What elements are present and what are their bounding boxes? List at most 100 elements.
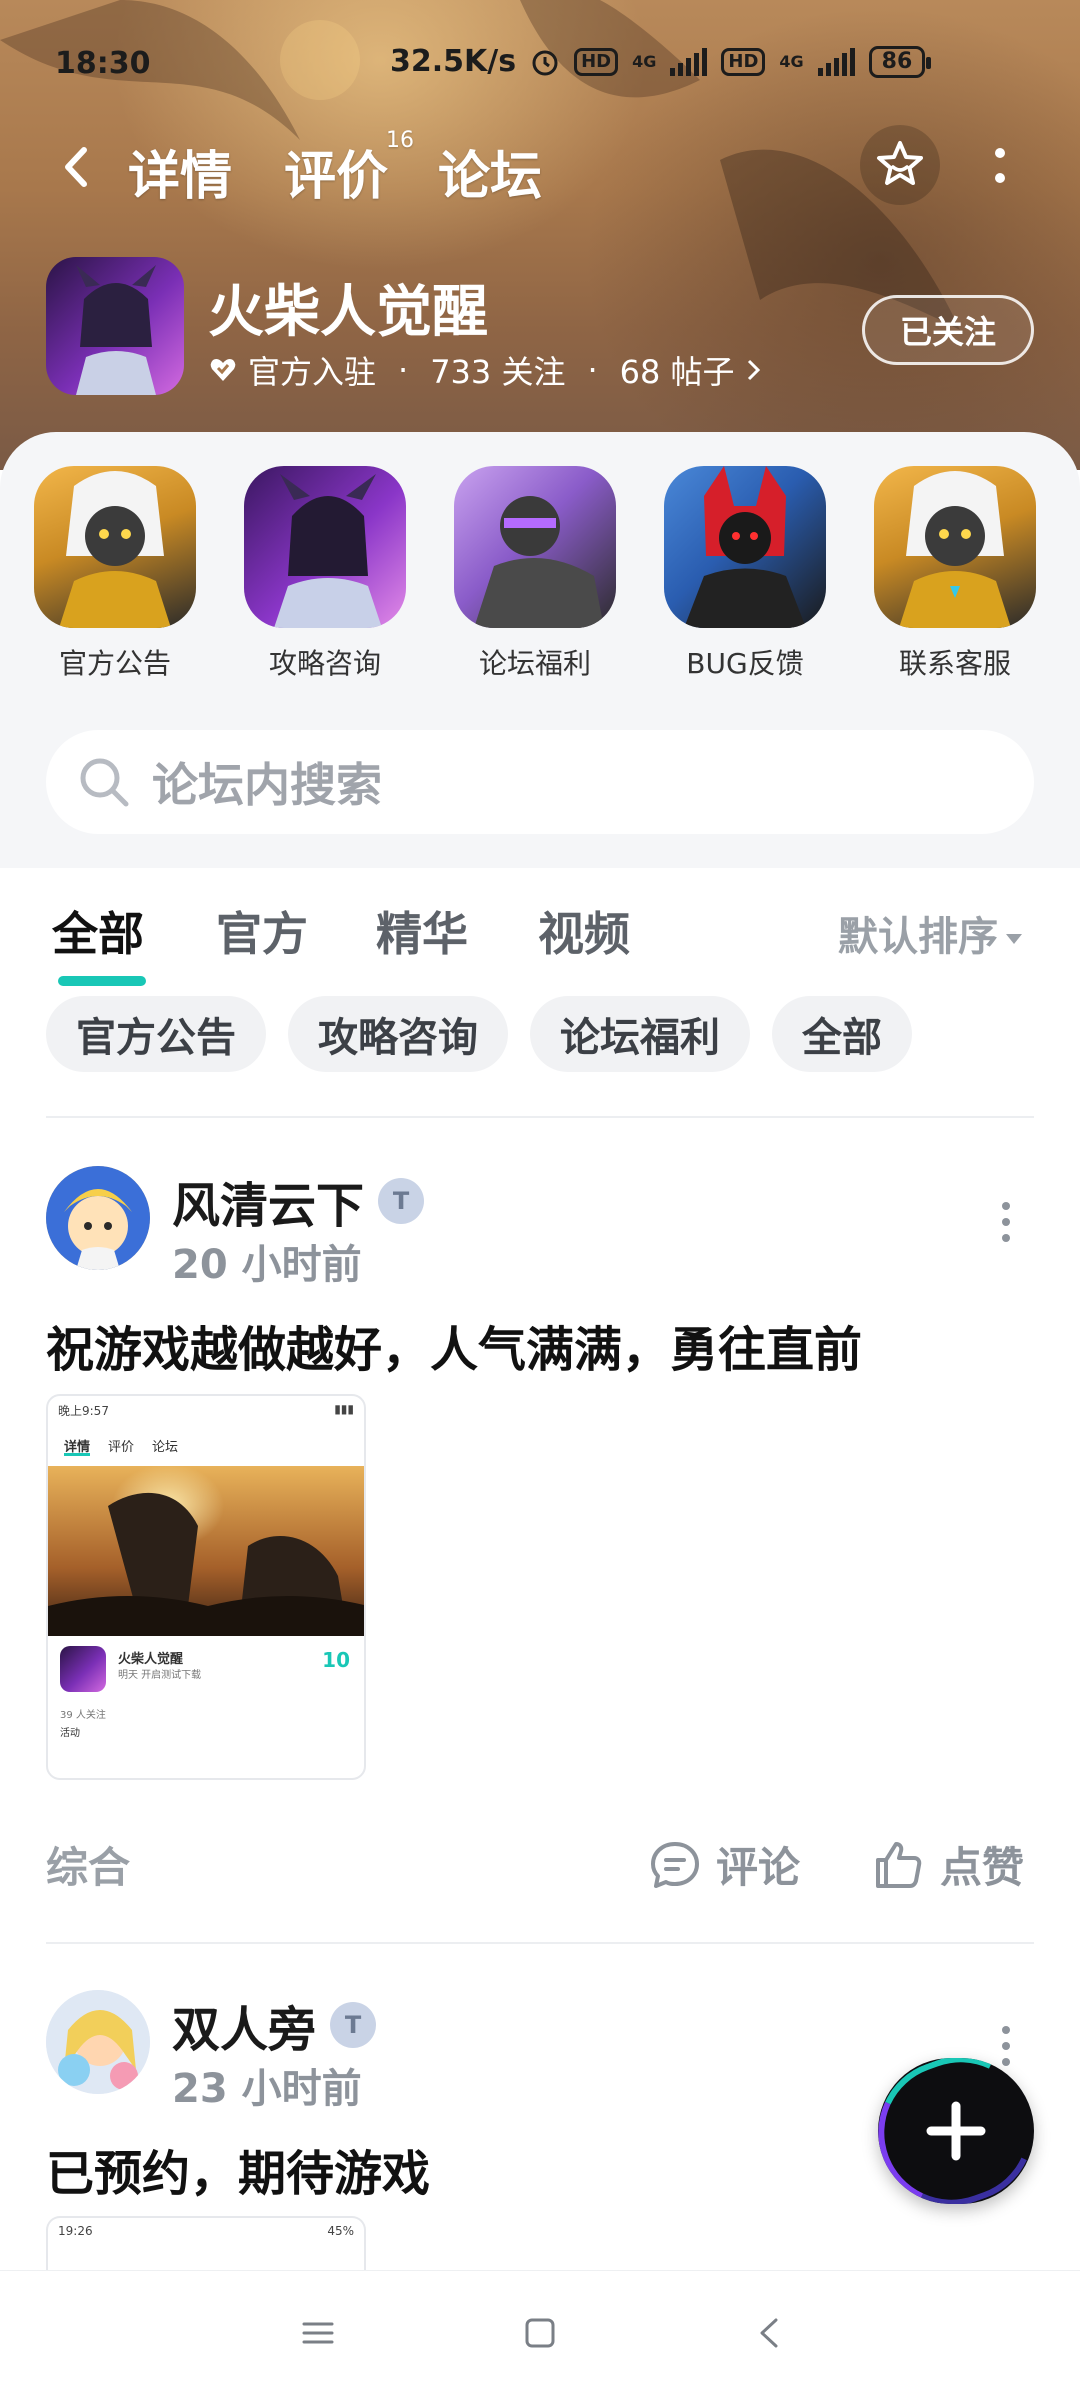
quick-links: 官方公告 攻略咨询 论坛福利 BUG反馈 联系客服 xyxy=(0,466,1080,686)
quick-link-guides[interactable]: 攻略咨询 xyxy=(240,466,410,682)
search-placeholder: 论坛内搜索 xyxy=(152,758,382,812)
star-icon xyxy=(877,141,923,185)
knight-portrait-icon xyxy=(874,466,1036,628)
game-avatar-art xyxy=(76,265,156,395)
filter-tab-indicator xyxy=(58,976,146,986)
verified-heart-icon xyxy=(210,359,236,381)
chip-guides[interactable]: 攻略咨询 xyxy=(288,996,508,1072)
hd-badge: HD xyxy=(574,47,619,76)
battery-level: 86 xyxy=(881,48,913,74)
sort-label: 默认排序 xyxy=(838,914,998,960)
game-icon[interactable] xyxy=(46,257,184,395)
thumb-subtitle: 明天 开启测试下载 xyxy=(118,1670,202,1681)
post-time: 20 小时前 xyxy=(172,1242,362,1288)
red-wolf-portrait-icon xyxy=(664,466,826,628)
thumb-title: 火柴人觉醒 xyxy=(118,1652,184,1667)
author-name: 风清云下 xyxy=(172,1178,365,1234)
post-text[interactable]: 已预约，期待游戏 xyxy=(46,2134,430,2204)
category-chips: 官方公告 攻略咨询 论坛福利 全部 xyxy=(46,996,912,1072)
official-label: 官方入驻 xyxy=(248,353,377,391)
post-actions: 综合 评论 点赞 xyxy=(0,1834,1080,1894)
more-options-icon[interactable] xyxy=(1000,1202,1012,1242)
divider xyxy=(46,1942,1034,1944)
thumb-tab: 详情 xyxy=(64,1436,91,1456)
tab-details-label: 详情 xyxy=(128,147,233,207)
game-header: 火柴人觉醒 官方入驻 · 733 关注 · 68 帖子 已关注 xyxy=(0,255,1080,405)
clock: 18:30 xyxy=(55,46,151,81)
post-item[interactable]: 风清云下 T 20 小时前 祝游戏越做越好，人气满满，勇往直前 晚上9:57 ▮▮… xyxy=(0,1166,1080,1780)
alarm-icon xyxy=(532,50,558,75)
comment-icon xyxy=(651,1841,699,1888)
chevron-right-icon xyxy=(747,359,760,381)
reviews-count: 16 xyxy=(386,128,415,153)
filter-tab-official[interactable]: 官方 xyxy=(216,898,308,964)
knight-portrait-icon xyxy=(34,466,196,628)
back-triangle-icon[interactable] xyxy=(752,2315,788,2351)
quick-link-label: BUG反馈 xyxy=(686,647,804,680)
post-author[interactable]: 风清云下 T xyxy=(172,1166,425,1236)
thumb-status-time: 晚上9:57 xyxy=(58,1404,109,1418)
avatar[interactable] xyxy=(46,1990,150,2094)
filter-tabs: 全部 官方 精华 视频 默认排序 xyxy=(0,898,1080,986)
caret-down-icon xyxy=(1006,934,1022,944)
network-speed: 32.5K/s xyxy=(390,44,517,79)
chip-benefits[interactable]: 论坛福利 xyxy=(530,996,750,1072)
header-banner: 18:30 32.5K/s HD 4G HD 4G 86 详情 评价16 论坛 xyxy=(0,0,1080,470)
back-arrow-icon[interactable] xyxy=(56,142,96,192)
post-time: 23 小时前 xyxy=(172,2066,362,2112)
post-image[interactable]: 19:26 45% xyxy=(46,2216,366,2276)
favorite-button[interactable] xyxy=(860,125,940,205)
quick-link-support[interactable]: 联系客服 xyxy=(870,466,1040,682)
quick-link-label: 论坛福利 xyxy=(478,647,591,680)
post-image[interactable]: 晚上9:57 ▮▮▮ 详情 评价 论坛 火柴人觉醒 明天 开启测试下载 10 39… xyxy=(46,1394,366,1780)
followed-button[interactable]: 已关注 xyxy=(862,295,1034,365)
top-nav: 详情 评价 16 论坛 xyxy=(0,120,1080,220)
create-post-button[interactable] xyxy=(878,2058,1034,2204)
more-options-icon[interactable] xyxy=(1000,2026,1012,2066)
tab-details[interactable]: 详情 xyxy=(128,134,232,209)
post-category[interactable]: 综合 xyxy=(46,1834,130,1895)
thumb-score: 10 xyxy=(322,1648,350,1672)
game-meta[interactable]: 官方入驻 · 733 关注 · 68 帖子 xyxy=(208,347,763,393)
dark-warrior-portrait-icon xyxy=(454,466,616,628)
tab-forum[interactable]: 论坛 xyxy=(438,134,542,209)
post-count: 68 帖子 xyxy=(619,353,735,391)
chip-all[interactable]: 全部 xyxy=(772,996,912,1072)
like-label: 点赞 xyxy=(940,1843,1025,1892)
post-author[interactable]: 双人旁 T xyxy=(172,1990,377,2060)
filter-tab-featured[interactable]: 精华 xyxy=(376,898,468,964)
quick-link-label: 攻略咨询 xyxy=(268,647,381,680)
network-type: 4G xyxy=(632,52,657,71)
thumb-artwork xyxy=(48,1466,364,1636)
menu-icon[interactable] xyxy=(300,2315,336,2351)
search-icon xyxy=(80,758,129,807)
filter-tab-all[interactable]: 全部 xyxy=(52,898,144,964)
like-button[interactable]: 点赞 xyxy=(872,1834,1024,1895)
sort-dropdown[interactable]: 默认排序 xyxy=(838,904,1022,962)
quick-link-benefits[interactable]: 论坛福利 xyxy=(450,466,620,682)
author-name: 双人旁 xyxy=(172,2002,317,2058)
filter-tab-video[interactable]: 视频 xyxy=(538,898,630,964)
signal-icon-2 xyxy=(817,47,855,76)
quick-link-bug-report[interactable]: BUG反馈 xyxy=(660,466,830,682)
post-text[interactable]: 祝游戏越做越好，人气满满，勇往直前 xyxy=(46,1310,862,1380)
thumbs-up-icon xyxy=(876,1841,922,1888)
forum-search-input[interactable]: 论坛内搜索 xyxy=(46,730,1034,834)
quick-link-announcements[interactable]: 官方公告 xyxy=(30,466,200,682)
network-type-2: 4G xyxy=(779,52,804,71)
thumb-activity: 活动 xyxy=(60,1728,80,1739)
avatar[interactable] xyxy=(46,1166,150,1270)
demon-portrait-icon xyxy=(244,466,406,628)
quick-link-label: 官方公告 xyxy=(58,647,171,680)
home-square-icon[interactable] xyxy=(522,2315,558,2351)
game-title: 火柴人觉醒 xyxy=(208,280,488,345)
tab-reviews[interactable]: 评价 16 xyxy=(284,128,414,209)
comment-button[interactable]: 评论 xyxy=(648,1834,800,1895)
thumb-tab: 评价 xyxy=(108,1440,135,1455)
quick-link-label: 联系客服 xyxy=(898,647,1011,680)
more-menu-icon[interactable] xyxy=(990,140,1010,190)
thumb-tab: 论坛 xyxy=(152,1440,179,1455)
chip-announcements[interactable]: 官方公告 xyxy=(46,996,266,1072)
user-badge-icon: T xyxy=(378,1178,425,1224)
thumb-status-time: 19:26 xyxy=(58,2224,93,2238)
